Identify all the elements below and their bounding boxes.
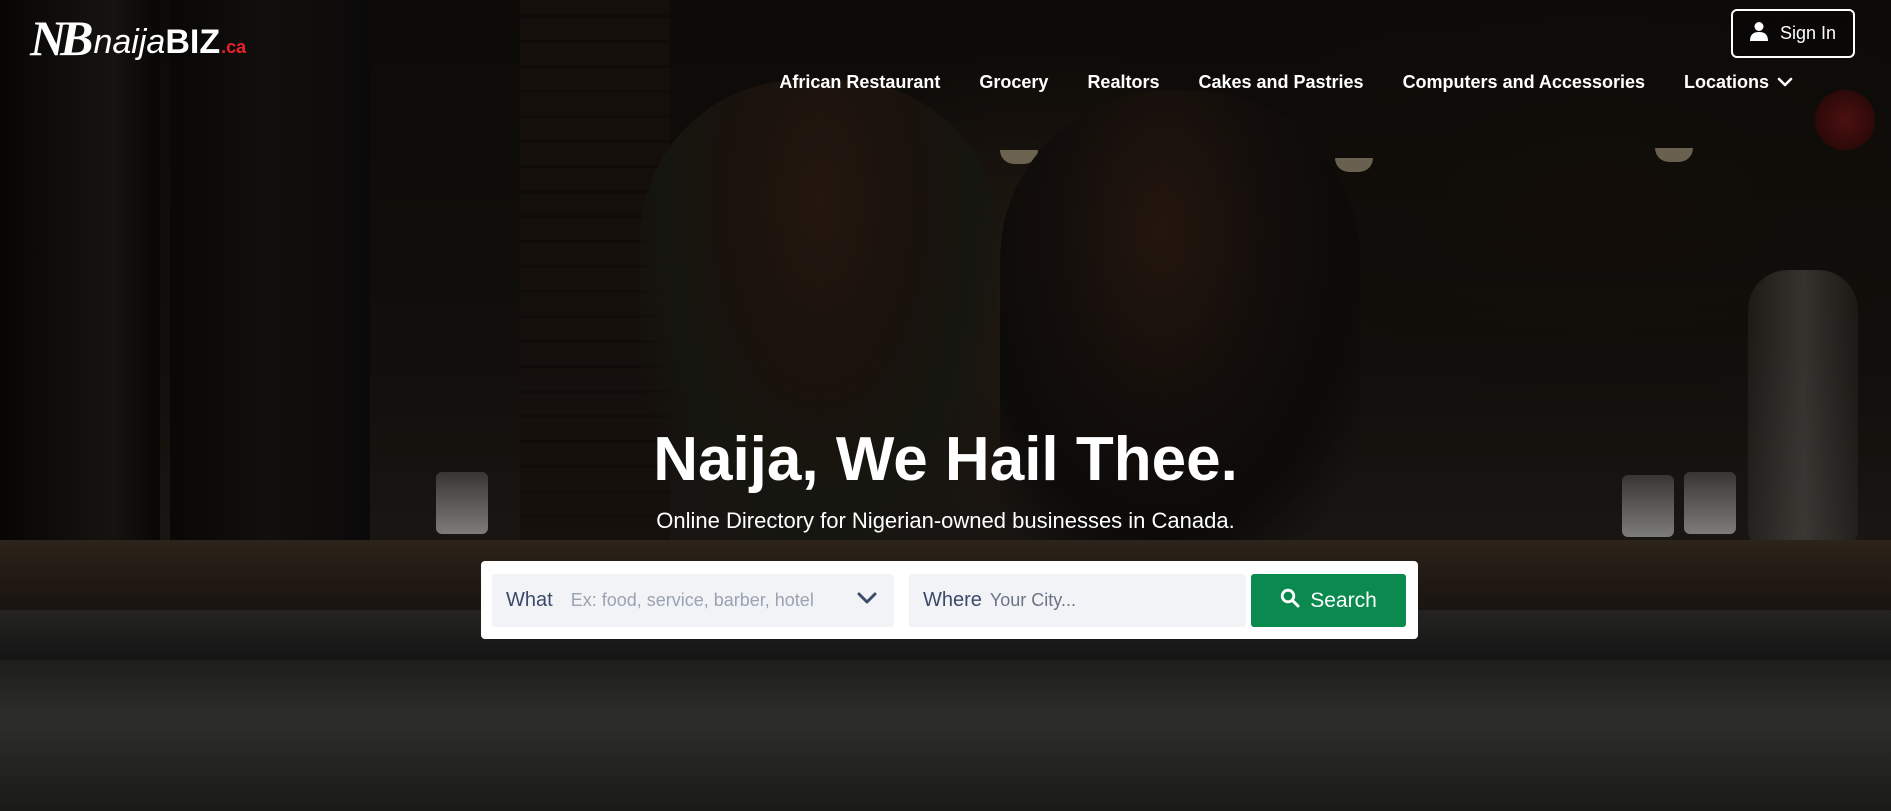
what-dropdown-toggle[interactable] — [848, 582, 886, 620]
sign-in-button[interactable]: Sign In — [1731, 9, 1855, 58]
what-input[interactable] — [570, 580, 848, 621]
where-label: Where — [923, 589, 982, 611]
what-label: What — [506, 589, 553, 611]
site-logo[interactable]: NB naijaBIZ .ca — [30, 10, 247, 66]
logo-wordmark: naijaBIZ — [93, 22, 220, 62]
what-field: What — [492, 574, 894, 627]
search-bar: What Where Search — [481, 561, 1418, 639]
nav-item-label: Locations — [1683, 72, 1769, 92]
nav-item-cakes-and-pastries[interactable]: Cakes and Pastries — [1198, 72, 1363, 93]
nav-item-computers-and-accessories[interactable]: Computers and Accessories — [1403, 72, 1645, 93]
search-button-label: Search — [1310, 588, 1377, 612]
search-icon — [1280, 588, 1300, 614]
logo-tld: .ca — [221, 37, 247, 57]
logo-word-regular: naija — [93, 23, 166, 61]
search-button[interactable]: Search — [1251, 574, 1406, 627]
nav-item-label: Computers and Accessories — [1402, 72, 1645, 92]
hero-subline: Online Directory for Nigerian-owned busi… — [656, 508, 1235, 533]
chevron-down-icon — [857, 591, 877, 610]
nav-item-label: Cakes and Pastries — [1198, 72, 1364, 92]
chevron-down-icon — [1777, 72, 1793, 93]
nav-item-label: Grocery — [979, 72, 1049, 92]
hero-background — [0, 0, 1891, 811]
nav-item-label: Realtors — [1087, 72, 1160, 92]
logo-word-bold: BIZ — [165, 23, 221, 61]
sign-in-label: Sign In — [1779, 23, 1837, 43]
hero-headline: Naija, We Hail Thee. — [653, 425, 1238, 494]
nav-item-locations-dropdown[interactable]: Locations — [1684, 72, 1793, 93]
where-input[interactable] — [989, 580, 1246, 621]
where-field: Where — [909, 574, 1246, 627]
user-icon — [1749, 21, 1768, 46]
background-dark-overlay — [0, 0, 1891, 811]
nav-item-african-restaurant[interactable]: African Restaurant — [779, 72, 940, 93]
logo-mark: NB — [30, 10, 94, 66]
nav-item-label: African Restaurant — [779, 72, 941, 92]
main-nav: African Restaurant Grocery Realtors Cake… — [779, 72, 1793, 93]
nav-item-grocery[interactable]: Grocery — [979, 72, 1048, 93]
nav-item-realtors[interactable]: Realtors — [1087, 72, 1159, 93]
